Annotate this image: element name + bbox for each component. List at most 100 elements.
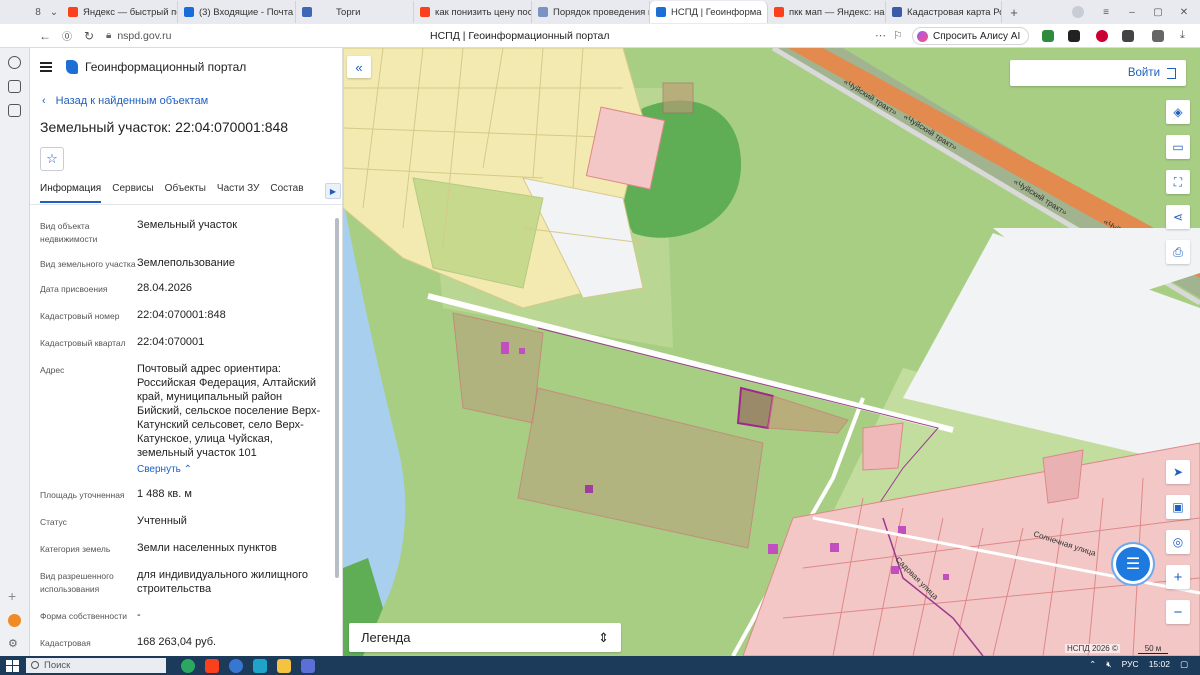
- play-icon[interactable]: [8, 56, 21, 69]
- volume-icon[interactable]: 🔇︎: [1106, 659, 1111, 670]
- map-canvas[interactable]: «Чуйский тракт» «Чуйский тракт» «Чуйский…: [343, 48, 1200, 656]
- map-view[interactable]: «Чуйский тракт» «Чуйский тракт» «Чуйский…: [343, 48, 1200, 656]
- print-button[interactable]: ⎙: [1166, 240, 1190, 264]
- extension-icon[interactable]: [1068, 30, 1080, 42]
- extension-icon[interactable]: [1122, 30, 1134, 42]
- app-header: Геоинформационный портал: [30, 48, 342, 86]
- browser-tab[interactable]: пкк мап — Яндекс: наш: [768, 1, 886, 23]
- browser-tab[interactable]: Кадастровая карта Рос: [886, 1, 1002, 23]
- select-area-button[interactable]: ⛶: [1166, 170, 1190, 194]
- taskbar-search[interactable]: Поиск: [26, 658, 166, 673]
- browser-tab[interactable]: Яндекс — быстрый пои: [62, 1, 178, 23]
- bookmark-icon[interactable]: ⚐: [893, 29, 903, 42]
- chevron-left-icon: ‹: [42, 95, 46, 107]
- back-arrow-icon[interactable]: ←: [34, 29, 56, 43]
- tab-objects[interactable]: Объекты: [165, 183, 206, 201]
- browser-tab[interactable]: Порядок проведения п: [532, 1, 650, 23]
- share-button[interactable]: ⋖: [1166, 205, 1190, 229]
- selected-parcel[interactable]: [736, 386, 775, 430]
- browser-tab-bar: 8 ⌄ Яндекс — быстрый пои (3) Входящие - …: [0, 0, 1200, 24]
- zoom-out-button[interactable]: −: [1166, 600, 1190, 624]
- emblem-icon: [302, 7, 312, 17]
- menu-icon[interactable]: ≡: [1098, 4, 1114, 20]
- object-title: Земельный участок: 22:04:070001:848: [40, 119, 289, 135]
- layers-button[interactable]: ◈: [1166, 100, 1190, 124]
- camera-icon[interactable]: [8, 104, 21, 117]
- brand-title: Геоинформационный портал: [85, 60, 247, 74]
- ruler-button[interactable]: ▭: [1166, 135, 1190, 159]
- close-window-icon[interactable]: ✕: [1176, 4, 1192, 20]
- language-indicator[interactable]: РУС: [1122, 659, 1139, 670]
- field-label: Вид объекта недвижимости: [40, 221, 98, 244]
- favorite-button[interactable]: ☆: [40, 147, 64, 171]
- yandex-icon: [420, 7, 430, 17]
- tab-services[interactable]: Сервисы: [112, 183, 153, 201]
- screen-button[interactable]: ▣: [1166, 495, 1190, 519]
- extension-icon[interactable]: [1096, 30, 1108, 42]
- field-label: Дата присвоения: [40, 284, 108, 294]
- attribute-list: Вид объекта недвижимости Земельный участ…: [40, 218, 330, 656]
- field-label: Адрес: [40, 365, 65, 375]
- field-row: Вид земельного участка Землепользование: [40, 256, 330, 271]
- browser-tab-active[interactable]: НСПД | Геоинформа ✕: [650, 1, 768, 23]
- menu-icon[interactable]: [40, 62, 52, 72]
- app-icon[interactable]: [181, 658, 195, 673]
- chat-button[interactable]: ☰: [1113, 544, 1153, 584]
- field-label: Кадастровый квартал: [40, 338, 126, 348]
- new-tab-icon[interactable]: +: [1006, 4, 1022, 20]
- field-row: Вид разрешенного использования для индив…: [40, 568, 330, 596]
- store-icon[interactable]: [253, 658, 267, 673]
- browser-tab[interactable]: Торги: [296, 1, 414, 23]
- emblem-icon: [538, 7, 548, 17]
- yandex-browser-icon[interactable]: [205, 658, 219, 673]
- share-icon: ⋖: [1172, 210, 1184, 224]
- locate-button[interactable]: ➤: [1166, 460, 1190, 484]
- clock[interactable]: 15:02: [1149, 659, 1170, 670]
- legend-dropdown[interactable]: Легенда ⇕: [349, 623, 621, 652]
- reload-icon[interactable]: ↻: [78, 29, 100, 43]
- active-app-icon[interactable]: [301, 658, 315, 673]
- tab-label: как понизить цену посл: [435, 6, 532, 18]
- folder-icon[interactable]: [277, 658, 291, 673]
- maximize-icon[interactable]: ▢: [1150, 4, 1166, 20]
- tabs-next-icon[interactable]: ▶: [325, 183, 341, 199]
- print-icon: ⎙: [1173, 244, 1183, 259]
- extension-icon[interactable]: [1152, 30, 1164, 42]
- tab-label: Торги: [336, 6, 361, 18]
- collapse-panel-button[interactable]: «: [347, 56, 371, 78]
- minimize-icon[interactable]: –: [1124, 4, 1140, 20]
- ask-alice-button[interactable]: Спросить Алису AI: [912, 27, 1030, 45]
- download-icon[interactable]: ⤓: [1180, 29, 1185, 42]
- back-to-results-link[interactable]: ‹ Назад к найденным объектам: [42, 95, 342, 107]
- collapse-link[interactable]: Свернуть ⌃: [137, 463, 330, 477]
- browser-tab[interactable]: (3) Входящие - Почта М: [178, 1, 296, 23]
- ok-icon[interactable]: [8, 614, 21, 627]
- settings-icon[interactable]: ⚙: [8, 638, 21, 651]
- app-icon[interactable]: [229, 658, 243, 673]
- windows-start-icon[interactable]: [6, 659, 20, 672]
- notifications-icon[interactable]: ▢: [1180, 659, 1188, 670]
- zoom-in-button[interactable]: +: [1166, 565, 1190, 589]
- login-button[interactable]: Войти: [1010, 60, 1186, 86]
- tab-label: (3) Входящие - Почта М: [199, 6, 296, 18]
- field-row: Категория земель Земли населенных пункто…: [40, 541, 330, 556]
- tab-information[interactable]: Информация: [40, 183, 102, 203]
- tab-parcel-parts[interactable]: Части ЗУ: [217, 183, 259, 201]
- notification-icon[interactable]: ⌃: [1089, 659, 1096, 670]
- add-icon[interactable]: +: [8, 589, 21, 603]
- yandex-icon: [774, 7, 784, 17]
- profile-icon[interactable]: [1072, 6, 1084, 18]
- tab-counter[interactable]: 8: [30, 4, 46, 20]
- browser-tab[interactable]: как понизить цену посл: [414, 1, 532, 23]
- vpn-extension-icon[interactable]: [1042, 30, 1054, 42]
- panel-scrollbar[interactable]: [335, 218, 339, 578]
- yandex-badge-icon[interactable]: ⓪: [56, 28, 78, 43]
- url-field[interactable]: nspd.gov.ru: [117, 30, 171, 42]
- geo-search-button[interactable]: ◎: [1166, 530, 1190, 554]
- tab-list-chevron-icon[interactable]: ⌄: [46, 4, 62, 20]
- field-row: Площадь уточненная 1 488 кв. м: [40, 487, 330, 502]
- more-icon[interactable]: ⋯: [875, 29, 886, 42]
- chevron-up-icon: ⌃: [183, 464, 193, 475]
- tab-composition[interactable]: Состав: [270, 183, 303, 201]
- counter-icon[interactable]: [8, 80, 21, 93]
